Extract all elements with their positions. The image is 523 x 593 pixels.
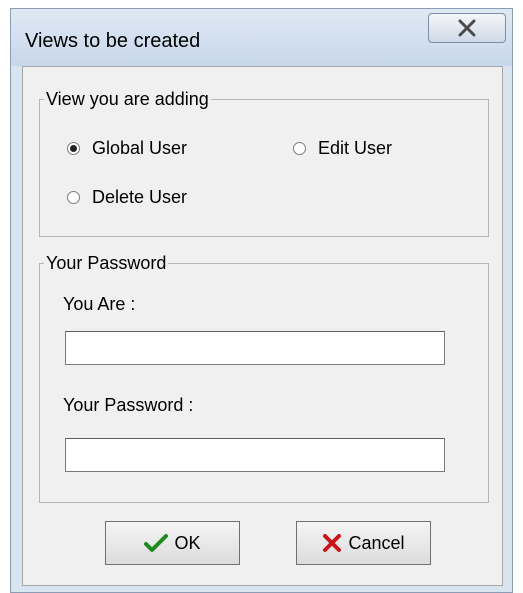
radio-edit-user[interactable]: Edit User: [293, 138, 392, 159]
dialog-window: Views to be created View you are adding …: [10, 8, 513, 593]
radio-delete-user[interactable]: Delete User: [67, 187, 187, 208]
radio-button-icon[interactable]: [67, 191, 80, 204]
close-button[interactable]: [428, 13, 506, 43]
radio-label: Delete User: [92, 187, 188, 207]
view-group-legend: View you are adding: [44, 88, 211, 110]
password-label: Your Password :: [63, 395, 194, 415]
password-group-legend: Your Password: [44, 252, 169, 274]
ok-button[interactable]: OK: [105, 521, 240, 565]
red-x-icon: [322, 533, 342, 553]
cancel-label: Cancel: [348, 532, 405, 553]
radio-button-icon[interactable]: [293, 142, 306, 155]
radio-label: Global User: [92, 138, 188, 158]
ok-label: OK: [174, 532, 201, 553]
window-title: Views to be created: [25, 30, 201, 52]
you-are-label: You Are :: [63, 294, 136, 314]
cancel-button[interactable]: Cancel: [296, 521, 431, 565]
view-group: View you are adding Global User Edit Use…: [39, 88, 489, 237]
radio-button-icon[interactable]: [67, 142, 80, 155]
green-check-icon: [144, 533, 169, 553]
password-group: Your Password You Are : Your Password :: [39, 252, 489, 503]
password-input[interactable]: [65, 438, 445, 472]
you-are-input[interactable]: [65, 331, 445, 365]
close-x-icon: [458, 19, 476, 37]
dialog-body: View you are adding Global User Edit Use…: [22, 66, 503, 586]
radio-global-user[interactable]: Global User: [67, 138, 187, 159]
radio-label: Edit User: [318, 138, 393, 158]
title-bar[interactable]: Views to be created: [11, 9, 512, 66]
